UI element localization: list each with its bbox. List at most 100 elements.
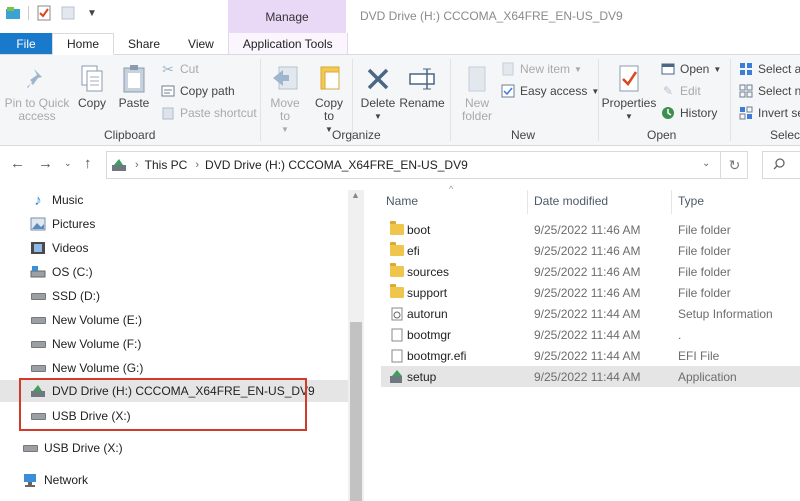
nav-pane-scrollbar[interactable]: ▲ xyxy=(348,190,364,501)
copy-to-button[interactable]: Copy to ▼ xyxy=(310,63,348,136)
history-button[interactable]: History xyxy=(660,105,717,121)
cut-button[interactable]: ✂ Cut xyxy=(160,61,199,77)
nav-item-os-c[interactable]: OS (C:) xyxy=(30,261,93,283)
nav-item-new-volume-g[interactable]: New Volume (G:) xyxy=(30,357,143,379)
tab-home[interactable]: Home xyxy=(52,33,115,55)
select-all-icon xyxy=(738,61,754,77)
nav-item-network[interactable]: Network xyxy=(22,469,88,491)
new-item-dropdown-icon: ▼ xyxy=(574,64,582,74)
search-icon xyxy=(773,157,785,173)
file-type: Setup Information xyxy=(678,306,773,321)
edit-button[interactable]: ✎ Edit xyxy=(660,83,701,99)
tab-view[interactable]: View xyxy=(174,33,228,54)
properties-button[interactable]: Properties ▼ xyxy=(602,63,656,123)
new-folder-button[interactable]: New folder xyxy=(456,63,498,123)
explorer-app-icon[interactable] xyxy=(4,4,22,22)
customize-qat-icon[interactable]: ▼ xyxy=(83,4,101,22)
nav-item-usb-drive-x-root[interactable]: USB Drive (X:) xyxy=(22,437,123,459)
copy-path-button[interactable]: Copy path xyxy=(160,83,235,99)
tab-share[interactable]: Share xyxy=(114,33,174,54)
file-row-selected[interactable]: setup 9/25/2022 11:44 AM Application xyxy=(381,366,800,387)
file-date: 9/25/2022 11:46 AM xyxy=(534,222,641,237)
tab-application-tools[interactable]: Application Tools xyxy=(227,33,348,54)
select-group-label: Select xyxy=(770,128,800,142)
select-none-label: Select none xyxy=(758,84,800,98)
new-folder-quick-icon[interactable] xyxy=(59,4,77,22)
scrollbar-thumb[interactable] xyxy=(350,322,362,501)
scissors-icon: ✂ xyxy=(162,60,174,77)
back-arrow-icon[interactable]: ← xyxy=(10,155,25,172)
folder-icon xyxy=(389,221,405,238)
column-header-type[interactable]: Type xyxy=(678,194,704,208)
setup-info-icon xyxy=(389,306,405,322)
column-header-date[interactable]: Date modified xyxy=(534,194,608,208)
file-row[interactable]: bootmgr 9/25/2022 11:44 AM . xyxy=(381,324,800,345)
network-icon xyxy=(22,472,38,488)
usb-drive-icon xyxy=(22,440,38,456)
file-name: sources xyxy=(407,264,450,279)
nav-item-new-volume-f[interactable]: New Volume (F:) xyxy=(30,333,141,355)
nav-item-pictures[interactable]: Pictures xyxy=(30,213,95,235)
nav-item-music[interactable]: ♪ Music xyxy=(30,189,83,211)
select-all-button[interactable]: Select all xyxy=(738,61,800,77)
move-to-icon xyxy=(269,63,301,95)
file-row[interactable]: efi 9/25/2022 11:46 AM File folder xyxy=(381,240,800,261)
easy-access-button[interactable]: Easy access ▼ xyxy=(500,83,599,99)
rename-button[interactable]: Rename xyxy=(399,63,445,110)
column-divider[interactable] xyxy=(527,190,528,214)
nav-item-videos[interactable]: Videos xyxy=(30,237,88,259)
dvd-drive-icon xyxy=(111,157,127,173)
nav-item-ssd-d[interactable]: SSD (D:) xyxy=(30,285,100,307)
paste-icon xyxy=(118,63,150,95)
file-row[interactable]: sources 9/25/2022 11:46 AM File folder xyxy=(381,261,800,282)
pictures-icon xyxy=(30,216,46,232)
file-type: File folder xyxy=(678,243,731,258)
file-row[interactable]: bootmgr.efi 9/25/2022 11:44 AM EFI File xyxy=(381,345,800,366)
file-name: bootmgr.efi xyxy=(407,348,467,363)
refresh-icon[interactable]: ↻ xyxy=(720,151,748,179)
move-to-dropdown-icon: ▼ xyxy=(281,125,289,134)
delete-x-icon xyxy=(362,63,394,95)
copy-label: Copy xyxy=(77,96,106,110)
forward-arrow-icon[interactable]: → xyxy=(38,155,53,172)
paste-button[interactable]: Paste xyxy=(114,63,154,110)
column-header-name[interactable]: Name xyxy=(386,194,418,208)
select-none-button[interactable]: Select none xyxy=(738,83,800,99)
address-dropdown-icon[interactable]: ⌄ xyxy=(702,158,710,169)
scroll-up-arrow-icon[interactable]: ▲ xyxy=(351,190,360,200)
open-button[interactable]: Open ▼ xyxy=(660,61,721,77)
delete-button[interactable]: Delete ▼ xyxy=(358,63,398,123)
breadcrumb-current[interactable]: DVD Drive (H:) CCCOMA_X64FRE_EN-US_DV9 xyxy=(205,158,468,172)
new-item-button[interactable]: New item ▼ xyxy=(500,61,582,77)
tab-file[interactable]: File xyxy=(0,33,52,54)
column-divider[interactable] xyxy=(671,190,672,214)
organize-group-label: Organize xyxy=(332,128,381,142)
file-row[interactable]: autorun 9/25/2022 11:44 AM Setup Informa… xyxy=(381,303,800,324)
file-row[interactable]: support 9/25/2022 11:46 AM File folder xyxy=(381,282,800,303)
easy-access-icon xyxy=(500,83,516,99)
edit-pencil-icon: ✎ xyxy=(662,84,674,98)
open-dropdown-icon: ▼ xyxy=(713,64,722,74)
move-to-button[interactable]: Move to ▼ xyxy=(266,63,304,136)
address-bar[interactable]: › This PC › DVD Drive (H:) CCCOMA_X64FRE… xyxy=(106,151,748,179)
search-box[interactable] xyxy=(762,151,800,179)
drive-icon xyxy=(30,288,46,304)
file-icon xyxy=(389,327,405,343)
pin-quick-access-button[interactable]: Pin to Quick access xyxy=(4,63,70,123)
setup-app-icon xyxy=(389,369,405,385)
ribbon: Pin to Quick access Copy Paste ✂ Cut Cop… xyxy=(0,55,800,146)
nav-item-new-volume-e[interactable]: New Volume (E:) xyxy=(30,309,142,331)
recent-locations-chevron-icon[interactable]: ⌄ xyxy=(64,158,72,169)
breadcrumb-this-pc[interactable]: This PC xyxy=(145,158,188,172)
manage-context-tab[interactable]: Manage xyxy=(228,0,346,33)
file-row[interactable]: boot 9/25/2022 11:46 AM File folder xyxy=(381,219,800,240)
copy-button[interactable]: Copy xyxy=(74,63,110,110)
file-name: efi xyxy=(407,243,420,258)
invert-selection-button[interactable]: Invert se xyxy=(738,105,800,121)
file-date: 9/25/2022 11:44 AM xyxy=(534,306,641,321)
properties-quick-icon[interactable] xyxy=(35,4,53,22)
paste-shortcut-button[interactable]: Paste shortcut xyxy=(160,105,257,121)
paste-shortcut-label: Paste shortcut xyxy=(180,106,257,120)
sort-ascending-icon: ^ xyxy=(449,184,454,194)
up-arrow-icon[interactable]: ↑ xyxy=(84,155,92,172)
